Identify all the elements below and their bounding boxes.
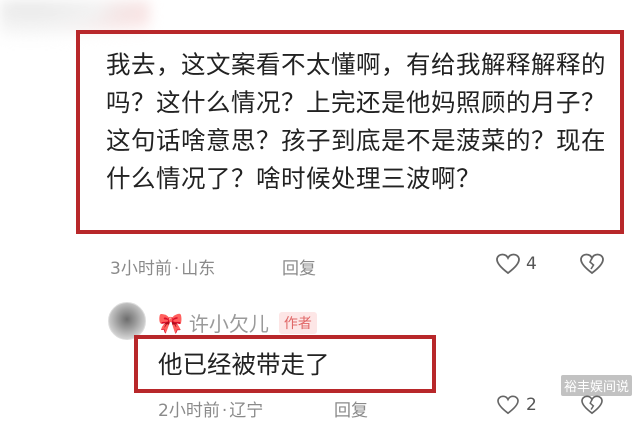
- broken-heart-icon: [581, 395, 603, 415]
- broken-heart-icon: [580, 253, 604, 275]
- reply-text: 他已经被带走了: [158, 350, 330, 379]
- comment-text: 我去，这文案看不太懂啊，有给我解释解释的吗？这什么情况？上完还是他妈照顾的月子？…: [106, 50, 606, 193]
- reply-location: 辽宁: [229, 401, 264, 421]
- comment-dislike-button[interactable]: [580, 253, 604, 279]
- watermark: 裕丰娱间说: [560, 375, 632, 396]
- comment-like-count: 4: [526, 254, 537, 274]
- comment-reply-button[interactable]: 回复: [282, 254, 316, 279]
- reply-user-header: 🎀 许小欠儿 作者: [158, 308, 317, 337]
- comment-meta: 3小时前 · 山东: [110, 259, 216, 279]
- reply-time: 2小时前: [158, 401, 220, 421]
- reply-username[interactable]: 许小欠儿: [189, 308, 269, 337]
- heart-outline-icon: [496, 253, 520, 275]
- author-badge: 作者: [278, 311, 317, 334]
- bow-icon: 🎀: [158, 310, 183, 335]
- reply-like-count: 2: [526, 395, 537, 415]
- reply-like-button[interactable]: 2: [496, 395, 537, 415]
- comment-time: 3小时前: [110, 259, 172, 279]
- comment-location: 山东: [181, 259, 216, 279]
- comment-like-button[interactable]: 4: [496, 253, 537, 275]
- reply-dislike-button[interactable]: [580, 395, 604, 419]
- heart-outline-icon: [497, 395, 519, 415]
- reply-meta: 2小时前 · 辽宁: [158, 401, 264, 421]
- reply-reply-button[interactable]: 回复: [334, 396, 368, 421]
